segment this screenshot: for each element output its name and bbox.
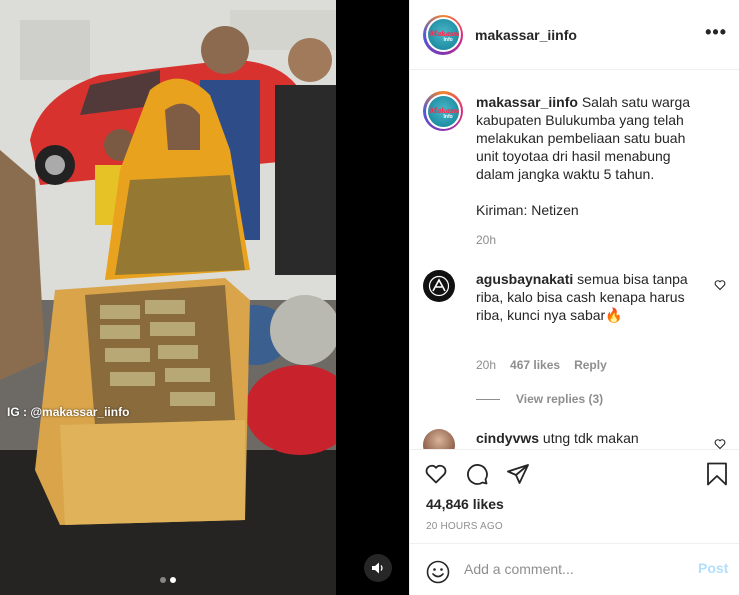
commenter-avatar[interactable] — [423, 270, 455, 302]
video-watermark: IG : @makassar_iinfo — [7, 405, 130, 419]
post-button[interactable]: Post — [698, 560, 728, 576]
video-frame[interactable]: IG : @makassar_iinfo — [0, 0, 336, 595]
comment-like-icon[interactable] — [714, 278, 726, 296]
share-icon[interactable] — [506, 462, 530, 486]
emoji-icon[interactable] — [426, 560, 450, 589]
carousel-indicator — [160, 577, 176, 583]
caption: MakassarInfo makassar_iinfo Salah satu w… — [423, 91, 728, 261]
caption-body: makassar_iinfo Salah satu warga kabupate… — [476, 93, 698, 219]
comment-icon[interactable] — [465, 462, 489, 486]
post-media[interactable]: IG : @makassar_iinfo — [0, 0, 409, 595]
comment-likes[interactable]: 467 likes — [510, 358, 560, 372]
more-options-icon[interactable]: ••• — [705, 23, 727, 41]
bookmark-icon[interactable] — [706, 462, 728, 491]
comments-list[interactable]: MakassarInfo makassar_iinfo Salah satu w… — [410, 71, 739, 449]
header-username[interactable]: makassar_iinfo — [475, 27, 705, 43]
video-still-illustration — [0, 0, 336, 595]
replies-divider — [476, 398, 500, 400]
profile-avatar[interactable]: MakassarInfo — [423, 14, 463, 55]
comment-body: cindyvws utng tdk makan — [476, 429, 698, 447]
heart-icon[interactable] — [424, 462, 448, 486]
carousel-dot-active — [170, 577, 176, 583]
carousel-dot — [160, 577, 166, 583]
post-side-panel: MakassarInfo makassar_iinfo ••• Makassar… — [409, 0, 739, 595]
view-replies-label[interactable]: View replies (3) — [516, 392, 603, 406]
caption-avatar[interactable]: MakassarInfo — [423, 91, 463, 131]
profile-logo-image: MakassarInfo — [427, 95, 459, 127]
post-timestamp[interactable]: 20 HOURS AGO — [426, 521, 503, 532]
post-header: MakassarInfo makassar_iinfo ••• — [410, 0, 739, 70]
comment-input[interactable] — [464, 559, 684, 579]
comment-body: agusbaynakati semua bisa tanpa riba, kal… — [476, 270, 698, 324]
comment-time[interactable]: 20h — [476, 358, 496, 372]
caption-username[interactable]: makassar_iinfo — [476, 94, 578, 110]
commenter-avatar[interactable] — [423, 429, 455, 449]
reply-button[interactable]: Reply — [574, 358, 607, 372]
view-replies[interactable]: View replies (3) — [476, 392, 603, 406]
profile-logo-image: MakassarInfo — [427, 19, 459, 50]
likes-count[interactable]: 44,846 likes — [426, 496, 504, 512]
comment-item: agusbaynakati semua bisa tanpa riba, kal… — [423, 270, 728, 420]
audio-toggle-button[interactable] — [364, 554, 392, 582]
caption-time[interactable]: 20h — [476, 233, 496, 247]
comment-text: utng tdk makan — [542, 430, 639, 446]
caption-meta: 20h — [476, 233, 496, 247]
avatar-logo-icon — [428, 275, 450, 297]
add-comment-bar: Post — [410, 543, 739, 595]
caption-credit: Kiriman: Netizen — [476, 202, 579, 218]
speaker-icon — [372, 562, 383, 574]
comment-username[interactable]: cindyvws — [476, 430, 539, 446]
comment-meta: 20h 467 likes Reply — [476, 358, 607, 372]
comment-username[interactable]: agusbaynakati — [476, 271, 573, 287]
comment-item: cindyvws utng tdk makan — [423, 429, 728, 449]
action-bar: 44,846 likes 20 HOURS AGO — [410, 449, 739, 532]
comment-like-icon[interactable] — [714, 437, 726, 449]
